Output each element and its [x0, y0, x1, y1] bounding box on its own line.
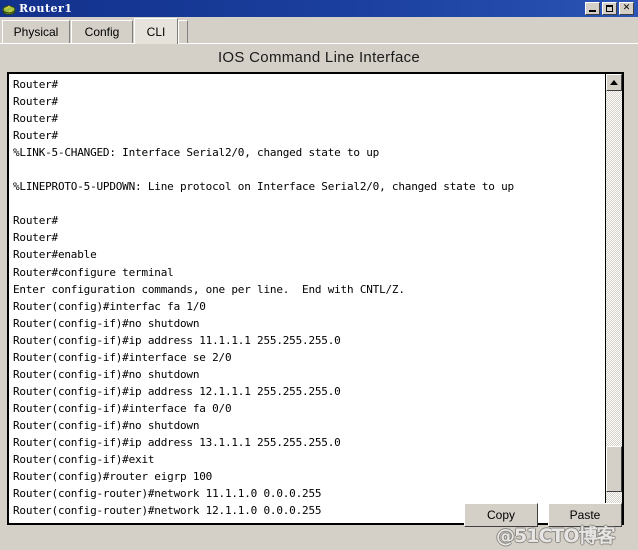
terminal-line: Router#	[13, 129, 58, 143]
terminal-scrollbar[interactable]	[605, 74, 622, 523]
paste-button-label: Paste	[569, 508, 601, 522]
minimize-icon	[589, 10, 596, 12]
terminal-text: Router# Router# Router# Router# %LINK-5-CHAN…	[13, 76, 593, 523]
terminal-line: Router(config-if)#interface se 2/0	[13, 350, 232, 364]
terminal-line: %LINEPROTO-5-UPDOWN: Line protocol on In…	[13, 180, 514, 194]
tab-cli-label: CLI	[146, 24, 166, 39]
terminal-line: Router(config-if)#ip address 12.1.1.1 25…	[13, 384, 341, 398]
tab-physical-label: Physical	[13, 25, 59, 39]
scrollbar-thumb[interactable]	[606, 446, 622, 492]
page-title: IOS Command Line Interface	[217, 49, 421, 66]
terminal-line: Router#	[13, 78, 58, 91]
terminal-line: Router#	[13, 231, 58, 245]
maximize-icon	[606, 5, 613, 12]
scroll-up-arrow-icon	[610, 79, 618, 85]
terminal-line: Router(config-if)#ip address 13.1.1.1 25…	[13, 435, 341, 449]
tab-bar: Physical Config CLI	[0, 17, 638, 44]
terminal-line: Router(config)#interfac fa 1/0	[13, 299, 206, 313]
copy-button-label: Copy	[486, 508, 515, 522]
router-cli-window: Router1 ✕ Physical Config CLI IOS Comman…	[0, 0, 638, 550]
close-icon: ✕	[622, 3, 631, 13]
tab-cli[interactable]: CLI	[134, 18, 178, 44]
copy-button[interactable]: Copy	[464, 503, 538, 527]
tab-strip-filler	[178, 20, 188, 43]
scroll-up-button[interactable]	[606, 74, 622, 91]
terminal-line: Router(config-if)#interface fa 0/0	[13, 401, 232, 415]
terminal-line: Router(config-if)#no shutdown	[13, 418, 200, 432]
terminal-line: Router#	[13, 214, 58, 228]
terminal-line: Router#configure terminal	[13, 265, 174, 279]
terminal-line: %LINK-5-CHANGED: Interface Serial2/0, ch…	[13, 146, 380, 160]
tab-config-label: Config	[84, 25, 120, 39]
terminal-line: Router#	[13, 95, 58, 109]
window-controls: ✕	[585, 2, 636, 15]
terminal-line: Router#enable	[13, 248, 97, 262]
terminal-line: Router(config-if)#ip address 11.1.1.1 25…	[13, 333, 341, 347]
terminal-line: Router(config-router)#network 11.1.1.0 0…	[13, 487, 322, 501]
terminal-line: Router(config-if)#exit	[13, 453, 155, 467]
terminal-output-area[interactable]: Router# Router# Router# Router# %LINK-5-CHAN…	[7, 72, 624, 525]
minimize-button[interactable]	[585, 2, 600, 15]
router-device-icon	[2, 2, 16, 16]
window-title: Router1	[19, 2, 73, 15]
terminal-line: Router(config-if)#no shutdown	[13, 316, 200, 330]
tab-physical[interactable]: Physical	[2, 20, 70, 43]
cli-pane: IOS Command Line Interface Router# Router…	[0, 43, 638, 550]
terminal-line: Enter configuration commands, one per li…	[13, 282, 405, 296]
maximize-button[interactable]	[602, 2, 617, 15]
tab-config[interactable]: Config	[71, 20, 133, 43]
title-bar: Router1 ✕	[0, 0, 638, 17]
pane-top-divider	[0, 43, 638, 44]
close-button[interactable]: ✕	[619, 2, 634, 15]
terminal-line: Router(config-if)#no shutdown	[13, 367, 200, 381]
terminal-line: Router#	[13, 112, 58, 126]
scrollbar-track[interactable]	[606, 91, 622, 506]
paste-button[interactable]: Paste	[548, 503, 622, 527]
terminal-line: Router(config)#router eigrp 100	[13, 470, 213, 484]
